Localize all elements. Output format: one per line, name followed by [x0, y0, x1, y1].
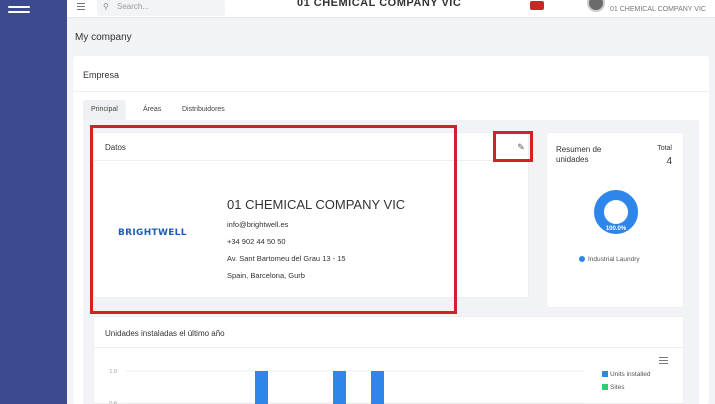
legend-dot — [579, 256, 585, 263]
resumen-card: Resumen de unidades Total 4 100.0% Indus… — [546, 132, 684, 308]
tab-areas[interactable]: Áreas — [143, 100, 161, 120]
chart-card: Unidades instaladas el último año 1.0 0.8… — [93, 316, 684, 404]
search-input[interactable]: ⚲ Search... — [97, 0, 225, 16]
legend-label: Sites — [610, 384, 625, 391]
y-tick-label: 1.0 — [109, 369, 117, 375]
language-flag-icon[interactable] — [530, 1, 544, 10]
total-label: Total — [657, 145, 672, 152]
page-title: My company — [75, 32, 132, 43]
bar-units-installed — [255, 371, 268, 404]
avatar[interactable] — [587, 0, 605, 12]
user-company-label[interactable]: 01 CHEMICAL COMPANY VIC — [610, 6, 706, 13]
tab-principal[interactable]: Principal — [83, 100, 126, 120]
menu-icon[interactable] — [77, 3, 85, 12]
search-placeholder: Search... — [117, 2, 150, 11]
legend-label: Industrial Laundry — [588, 256, 640, 263]
total-value: 4 — [666, 156, 672, 167]
resumen-title: Resumen de unidades — [556, 145, 602, 164]
bar-units-installed — [371, 371, 384, 404]
tab-distribuidores[interactable]: Distribuidores — [182, 100, 225, 120]
legend-square — [602, 384, 608, 391]
legend-units-installed[interactable]: Units installed — [602, 371, 650, 378]
sidebar-menu-icon[interactable] — [8, 6, 30, 16]
donut-legend[interactable]: Industrial Laundry — [579, 256, 640, 263]
donut-slice-industrial-laundry — [594, 190, 638, 234]
empresa-card-header: Empresa — [73, 56, 709, 92]
legend-sites[interactable]: Sites — [602, 384, 624, 391]
sidebar — [0, 0, 67, 404]
bar-units-installed — [333, 371, 346, 404]
highlight-box-datos — [90, 125, 457, 314]
search-icon: ⚲ — [103, 2, 109, 11]
topbar-company-title: 01 CHEMICAL COMPANY VIC — [297, 0, 462, 9]
donut-chart: 100.0% — [594, 190, 638, 234]
legend-square — [602, 371, 608, 378]
legend-label: Units installed — [610, 371, 651, 378]
highlight-box-edit — [493, 131, 533, 162]
empresa-card-title: Empresa — [83, 70, 120, 80]
breadcrumb: My company — [67, 28, 715, 48]
donut-label: 100.0% — [606, 226, 627, 232]
bar-chart: 1.00.8 — [109, 369, 584, 404]
topbar: ⚲ Search... 01 CHEMICAL COMPANY VIC 01 C… — [67, 0, 715, 18]
